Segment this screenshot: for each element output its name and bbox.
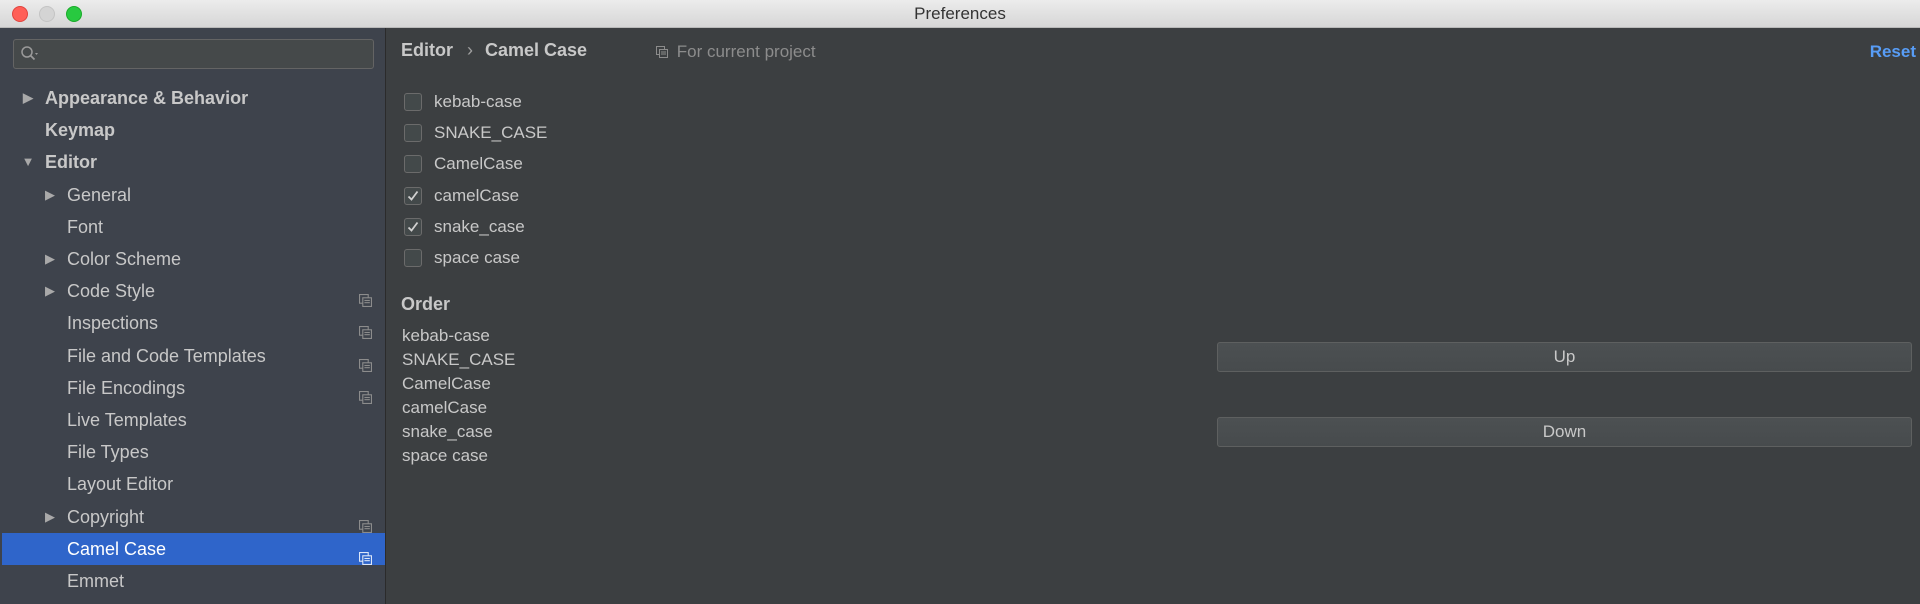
sidebar-item-label: Camel Case [67,538,167,559]
sidebar-item-editor[interactable]: ▼ Editor [2,146,385,178]
sidebar-item-label: Color Scheme [67,249,182,269]
project-scope-icon [359,511,372,533]
sidebar-item-file-and-code-templates[interactable]: File and Code Templates [2,340,385,372]
sidebar-item-live-templates[interactable]: Live Templates [2,404,385,436]
sidebar-item-label: Code Style [67,281,156,302]
breadcrumb-separator: › [467,40,473,60]
sidebar-item-label: Font [67,216,104,237]
sidebar-item-appearance-behavior[interactable]: ▶ Appearance & Behavior [2,82,385,114]
order-item-space-case[interactable]: space case [402,444,802,468]
collapsed-arrow-icon[interactable]: ▶ [43,275,57,307]
sidebar-item-font[interactable]: Font [2,211,385,243]
sidebar-item-layout-editor[interactable]: Layout Editor [2,468,385,500]
checkbox-label: SNAKE_CASE [434,123,548,143]
checkbox-checked-icon[interactable] [404,186,422,205]
sidebar-item-inspections[interactable]: Inspections [2,307,385,340]
window-title: Preferences [914,4,1006,23]
checkbox-label: kebab-case [434,92,522,111]
checkbox-label: snake_case [434,216,525,236]
sidebar-item-file-encodings[interactable]: File Encodings [2,372,385,404]
sidebar-item-label: Emmet [67,571,125,591]
collapsed-arrow-icon[interactable]: ▶ [21,82,35,114]
project-scope-icon [359,543,372,565]
order-item-camelcase[interactable]: camelCase [402,396,802,420]
breadcrumb-parent: Editor [401,40,453,60]
sidebar-item-label: Editor [45,152,97,173]
sidebar-item-keymap[interactable]: Keymap [2,114,385,146]
sidebar-item-camel-case[interactable]: Camel Case [2,532,385,565]
sidebar-item-label: Layout Editor [67,474,174,495]
collapsed-arrow-icon[interactable]: ▶ [43,243,57,275]
checkbox-unchecked-icon[interactable] [404,249,422,267]
order-heading: Order [401,294,451,314]
breadcrumb: Editor › Camel Case [401,40,587,61]
order-item-snake-case[interactable]: snake_case [402,420,802,444]
checkbox-label: space case [434,248,520,267]
project-scope-icon [359,350,372,372]
order-item-camelcase[interactable]: CamelCase [402,372,802,396]
sidebar-item-emmet[interactable]: Emmet [2,565,385,597]
order-item-snake-case[interactable]: SNAKE_CASE [402,348,802,372]
search-input[interactable] [46,42,370,68]
project-scope-icon [656,42,677,61]
order-list[interactable]: kebab-case SNAKE_CASE CamelCase camelCase sn… [402,324,802,468]
collapsed-arrow-icon[interactable]: ▶ [43,501,57,533]
reset-link[interactable]: Reset [1870,42,1916,62]
breadcrumb-current: Camel Case [485,40,588,60]
search-icon[interactable] [20,45,42,63]
checkbox-unchecked-icon[interactable] [404,93,422,111]
move-down-button[interactable]: Down [1217,417,1912,447]
sidebar-item-label: Inspections [67,313,159,334]
sidebar-item-code-style[interactable]: ▶ Code Style [2,275,385,308]
checkbox-label: camelCase [434,185,520,205]
scope-label: For current project [676,42,816,61]
checkbox-checked-icon[interactable] [404,217,422,236]
sidebar-item-copyright[interactable]: ▶ Copyright [2,501,385,533]
sidebar-item-color-scheme[interactable]: ▶ Color Scheme [2,243,385,275]
sidebar-item-label: Copyright [67,506,145,527]
collapsed-arrow-icon[interactable]: ▶ [43,179,57,211]
sidebar-item-general[interactable]: ▶ General [2,179,385,211]
project-scope-icon [359,317,372,340]
sidebar-item-label: Keymap [45,120,116,141]
checkbox-unchecked-icon[interactable] [404,155,422,174]
settings-sidebar: ▶ Appearance & Behavior Keymap ▼ Editor ▶ Gene… [0,28,386,604]
sidebar-item-label: Live Templates [67,410,187,430]
sidebar-item-file-types[interactable]: File Types [2,436,385,468]
checkbox-unchecked-icon[interactable] [404,124,422,143]
sidebar-item-label: General [67,184,132,205]
settings-panel: Editor › Camel Case For current project Re… [387,28,1920,604]
sidebar-item-label: File Encodings [67,377,186,398]
move-up-button[interactable]: Up [1217,342,1912,372]
sidebar-item-label: File Types [67,442,149,463]
scope-indicator: For current project [656,42,816,62]
sidebar-item-label: File and Code Templates [67,345,266,366]
sidebar-item-label: Appearance & Behavior [45,88,249,108]
order-item-kebab-case[interactable]: kebab-case [402,324,802,348]
project-scope-icon [359,382,372,404]
title-bar: Preferences [0,0,1920,28]
search-box[interactable] [13,39,374,69]
expanded-arrow-icon[interactable]: ▼ [21,146,35,178]
project-scope-icon [359,285,372,308]
checkbox-label: CamelCase [434,154,523,174]
